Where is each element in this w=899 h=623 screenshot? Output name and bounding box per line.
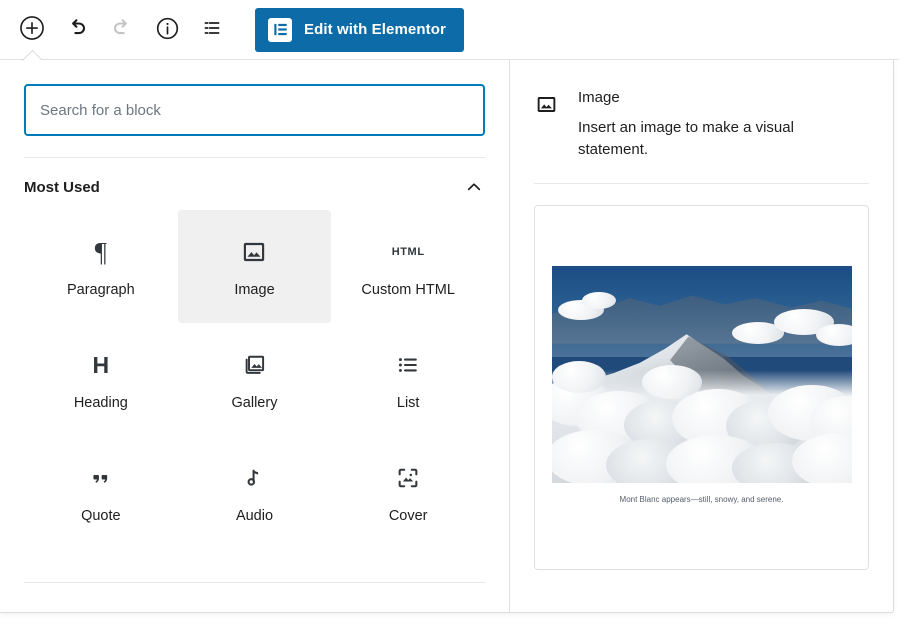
image-icon xyxy=(534,92,558,116)
block-inserter-popover: Most Used ¶ Paragraph xyxy=(0,60,894,613)
block-tile-label: Custom HTML xyxy=(361,283,454,298)
editor-toolbar: Edit with Elementor xyxy=(0,0,899,60)
block-tile-label: Cover xyxy=(389,509,428,524)
block-tile-label: Paragraph xyxy=(67,283,135,298)
preview-header: Image Insert an image to make a visual s… xyxy=(534,90,869,161)
block-tile-label: Image xyxy=(234,283,274,298)
redo-button[interactable] xyxy=(102,10,142,50)
preview-header-text: Image Insert an image to make a visual s… xyxy=(578,90,853,161)
block-tile-label: List xyxy=(397,396,420,411)
details-button[interactable] xyxy=(147,10,187,50)
block-tile-quote[interactable]: Quote xyxy=(24,436,178,549)
cover-icon xyxy=(395,461,421,495)
image-caption: Mont Blanc appears—still, snowy, and ser… xyxy=(620,495,784,504)
block-tile-cover[interactable]: Cover xyxy=(331,436,485,549)
block-tile-gallery[interactable]: Gallery xyxy=(178,323,332,436)
search-wrap xyxy=(0,60,509,136)
block-grid: ¶ Paragraph Image HTML Custom xyxy=(24,208,485,549)
paragraph-icon: ¶ xyxy=(95,235,107,269)
list-view-icon xyxy=(200,16,224,43)
block-tile-label: Quote xyxy=(81,509,121,524)
custom-html-glyph: HTML xyxy=(392,246,425,258)
audio-icon xyxy=(241,461,267,495)
search-input[interactable] xyxy=(24,84,485,136)
list-view-button[interactable] xyxy=(192,10,232,50)
gallery-icon xyxy=(241,348,267,382)
info-circle-icon xyxy=(155,16,180,44)
block-preview-pane: Image Insert an image to make a visual s… xyxy=(510,60,893,612)
edit-with-elementor-button[interactable]: Edit with Elementor xyxy=(255,8,464,52)
block-tile-paragraph[interactable]: ¶ Paragraph xyxy=(24,210,178,323)
mountain-photo xyxy=(552,266,852,483)
elementor-icon xyxy=(268,18,292,42)
panel-title: Most Used xyxy=(24,179,100,196)
elementor-button-label: Edit with Elementor xyxy=(304,21,446,38)
list-icon xyxy=(395,348,421,382)
chevron-up-icon[interactable] xyxy=(463,176,485,198)
quote-icon xyxy=(88,461,114,495)
heading-icon: H xyxy=(93,348,110,382)
add-block-button[interactable] xyxy=(12,10,52,50)
block-tile-label: Gallery xyxy=(232,396,278,411)
preview-divider xyxy=(534,183,869,184)
inserter-caret xyxy=(22,50,42,61)
block-tile-custom-html[interactable]: HTML Custom HTML xyxy=(331,210,485,323)
block-tile-image[interactable]: Image xyxy=(178,210,332,323)
block-example-card: Mont Blanc appears—still, snowy, and ser… xyxy=(534,205,869,570)
undo-icon xyxy=(65,16,89,43)
preview-title: Image xyxy=(578,90,853,105)
block-tile-label: Audio xyxy=(236,509,273,524)
plus-circle-icon xyxy=(19,15,45,44)
heading-glyph: H xyxy=(93,354,110,377)
block-tile-list[interactable]: List xyxy=(331,323,485,436)
preview-description: Insert an image to make a visual stateme… xyxy=(578,117,853,161)
block-tile-audio[interactable]: Audio xyxy=(178,436,332,549)
image-icon xyxy=(241,235,267,269)
most-used-panel-header[interactable]: Most Used xyxy=(24,158,485,208)
undo-button[interactable] xyxy=(57,10,97,50)
block-tile-heading[interactable]: H Heading xyxy=(24,323,178,436)
block-tile-label: Heading xyxy=(74,396,128,411)
custom-html-icon: HTML xyxy=(392,235,425,269)
block-list-pane: Most Used ¶ Paragraph xyxy=(0,60,510,612)
list-bottom-divider xyxy=(24,582,486,583)
redo-icon xyxy=(110,16,134,43)
